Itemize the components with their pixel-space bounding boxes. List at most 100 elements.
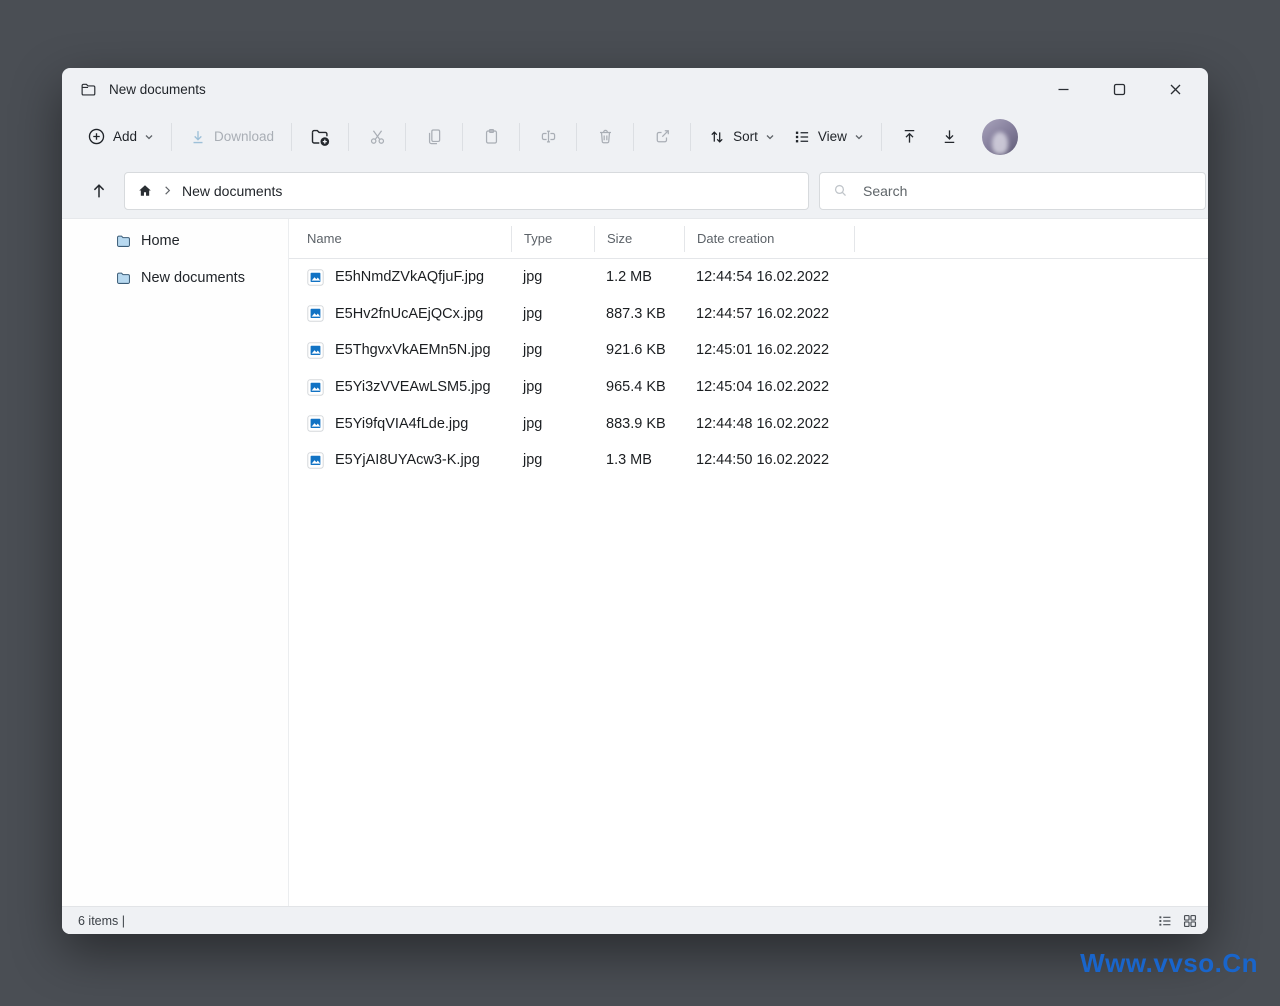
file-date: 12:45:04 16.02.2022 (684, 379, 854, 395)
table-row[interactable]: E5Hv2fnUcAEjQCx.jpg jpg 887.3 KB 12:44:5… (289, 296, 1208, 333)
file-manager-window: New documents Add (62, 68, 1208, 934)
share-button[interactable] (642, 119, 682, 155)
table-row[interactable]: E5Yi3zVVEAwLSM5.jpg jpg 965.4 KB 12:45:0… (289, 369, 1208, 406)
file-list: Name Type Size Date creation E5hNmdZVkAQ… (288, 219, 1208, 906)
file-name: E5YjAI8UYAcw3-K.jpg (335, 452, 480, 468)
new-folder-button[interactable] (300, 119, 340, 155)
breadcrumb-segment[interactable]: New documents (182, 183, 282, 199)
view-toggles (1157, 913, 1198, 929)
view-button[interactable]: View (784, 122, 873, 152)
chevron-down-icon (144, 132, 154, 142)
toolbar: Add Download (62, 110, 1208, 163)
download-button[interactable]: Download (180, 122, 283, 152)
table-row[interactable]: E5Yi9fqVIA4fLde.jpg jpg 883.9 KB 12:44:4… (289, 405, 1208, 442)
column-header-name[interactable]: Name (289, 226, 511, 252)
table-row[interactable]: E5ThgvxVkAEMn5N.jpg jpg 921.6 KB 12:45:0… (289, 332, 1208, 369)
toolbar-separator (881, 123, 882, 151)
file-type: jpg (511, 342, 594, 358)
sidebar-item-home[interactable]: Home (62, 226, 288, 256)
toolbar-separator (633, 123, 634, 151)
blue-folder-icon (115, 233, 132, 250)
details-view-toggle[interactable] (1157, 913, 1173, 929)
search-container (819, 172, 1206, 210)
sidebar-item-label: New documents (141, 270, 245, 286)
paste-button[interactable] (471, 119, 511, 155)
download-icon (189, 128, 207, 146)
sort-button[interactable]: Sort (699, 122, 784, 152)
toolbar-separator (576, 123, 577, 151)
window-controls (1052, 78, 1186, 100)
rename-button[interactable] (528, 119, 568, 155)
minimize-button[interactable] (1052, 78, 1074, 100)
sort-label: Sort (733, 129, 758, 144)
view-label: View (818, 129, 847, 144)
address-bar[interactable]: New documents (124, 172, 809, 210)
file-name: E5Yi9fqVIA4fLde.jpg (335, 416, 468, 432)
close-button[interactable] (1164, 78, 1186, 100)
column-header-size[interactable]: Size (594, 226, 684, 252)
copy-icon (425, 127, 444, 146)
file-list-header: Name Type Size Date creation (289, 219, 1208, 259)
file-type: jpg (511, 269, 594, 285)
chevron-down-icon (765, 132, 775, 142)
navigation-row: New documents (62, 163, 1208, 218)
list-view-icon (793, 128, 811, 146)
scissors-icon (368, 127, 387, 146)
user-avatar[interactable] (982, 119, 1018, 155)
file-type: jpg (511, 379, 594, 395)
file-name: E5hNmdZVkAQfjuF.jpg (335, 269, 484, 285)
file-size: 887.3 KB (594, 306, 684, 322)
rename-icon (539, 127, 558, 146)
table-row[interactable]: E5YjAI8UYAcw3-K.jpg jpg 1.3 MB 12:44:50 … (289, 442, 1208, 479)
upload-icon (900, 127, 919, 146)
file-date: 12:44:48 16.02.2022 (684, 416, 854, 432)
home-icon (137, 183, 153, 199)
toolbar-separator (171, 123, 172, 151)
content-area: Home New documents Name Type Size Date c… (62, 218, 1208, 906)
column-header-filler (854, 226, 1208, 252)
up-directory-button[interactable] (78, 172, 120, 210)
file-size: 921.6 KB (594, 342, 684, 358)
cut-button[interactable] (357, 119, 397, 155)
toolbar-separator (519, 123, 520, 151)
delete-button[interactable] (585, 119, 625, 155)
upload-button[interactable] (890, 119, 930, 155)
table-row[interactable]: E5hNmdZVkAQfjuF.jpg jpg 1.2 MB 12:44:54 … (289, 259, 1208, 296)
image-file-icon (307, 452, 324, 469)
maximize-button[interactable] (1108, 78, 1130, 100)
add-label: Add (113, 129, 137, 144)
title-bar: New documents (62, 68, 1208, 110)
download-to-device-button[interactable] (930, 119, 970, 155)
download-label: Download (214, 129, 274, 144)
toolbar-separator (405, 123, 406, 151)
file-date: 12:44:57 16.02.2022 (684, 306, 854, 322)
toolbar-separator (462, 123, 463, 151)
chevron-right-icon (162, 185, 173, 196)
image-file-icon (307, 269, 324, 286)
file-date: 12:44:50 16.02.2022 (684, 452, 854, 468)
folder-icon (80, 81, 97, 98)
column-header-date[interactable]: Date creation (684, 226, 854, 252)
file-date: 12:44:54 16.02.2022 (684, 269, 854, 285)
file-type: jpg (511, 452, 594, 468)
blue-folder-icon (115, 270, 132, 287)
chevron-down-icon (854, 132, 864, 142)
column-header-type[interactable]: Type (511, 226, 594, 252)
toolbar-separator (291, 123, 292, 151)
sidebar-item-new-documents[interactable]: New documents (62, 263, 288, 293)
search-input[interactable] (863, 183, 1193, 199)
image-file-icon (307, 379, 324, 396)
image-file-icon (307, 415, 324, 432)
copy-button[interactable] (414, 119, 454, 155)
file-size: 1.3 MB (594, 452, 684, 468)
file-list-body: E5hNmdZVkAQfjuF.jpg jpg 1.2 MB 12:44:54 … (289, 259, 1208, 479)
file-name: E5ThgvxVkAEMn5N.jpg (335, 342, 491, 358)
folder-plus-icon (310, 127, 330, 147)
file-type: jpg (511, 416, 594, 432)
share-icon (653, 127, 672, 146)
file-size: 965.4 KB (594, 379, 684, 395)
file-type: jpg (511, 306, 594, 322)
add-button[interactable]: Add (78, 121, 163, 152)
image-file-icon (307, 342, 324, 359)
grid-view-toggle[interactable] (1182, 913, 1198, 929)
